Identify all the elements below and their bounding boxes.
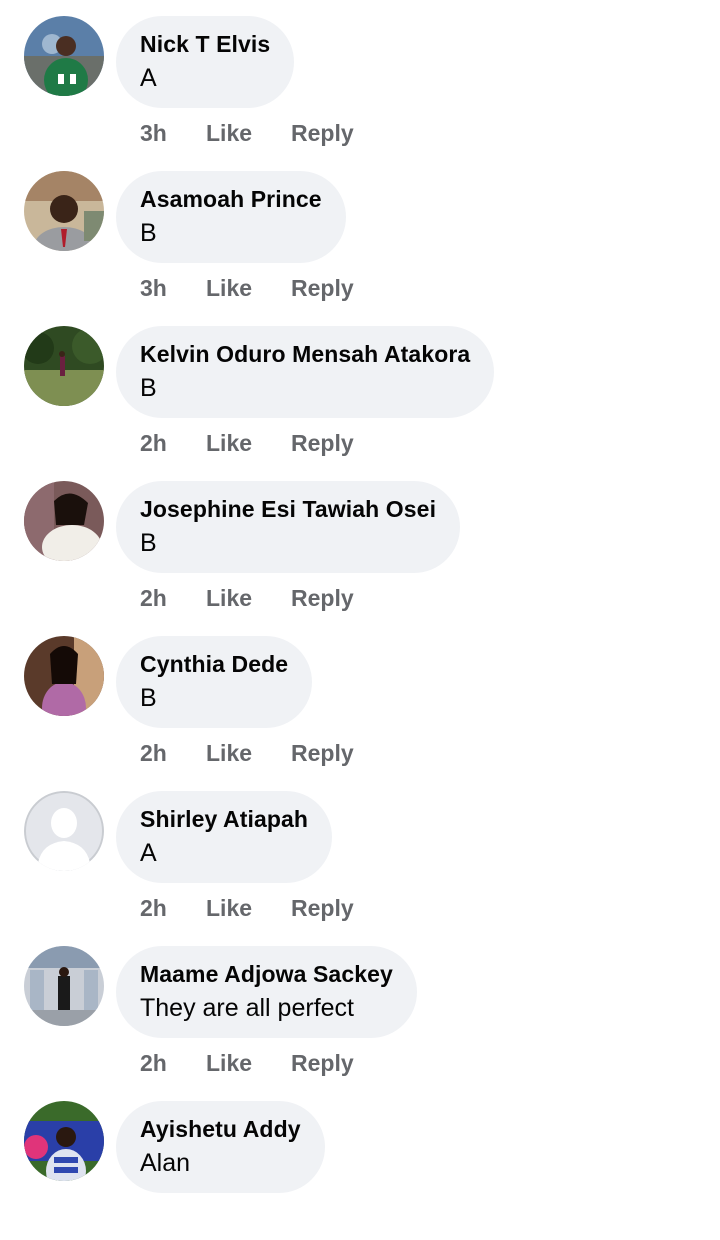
reply-button[interactable]: Reply <box>291 893 354 923</box>
comment-item: Asamoah Prince B 3h Like Reply <box>0 155 720 310</box>
avatar[interactable] <box>24 1101 104 1181</box>
comment-timestamp[interactable]: 2h <box>140 428 167 458</box>
comment-bubble: Maame Adjowa Sackey They are all perfect <box>116 946 417 1038</box>
reply-button[interactable]: Reply <box>291 1048 354 1078</box>
comment-text: A <box>140 839 157 867</box>
comment-timestamp[interactable]: 2h <box>140 1048 167 1078</box>
comment-timestamp[interactable]: 2h <box>140 738 167 768</box>
commenter-name[interactable]: Ayishetu Addy <box>140 1115 301 1143</box>
comment-text: B <box>140 219 157 247</box>
comment-bubble: Shirley Atiapah A <box>116 791 333 883</box>
comment-timestamp[interactable]: 2h <box>140 583 167 613</box>
comment-bubble: Nick T Elvis A <box>116 16 295 108</box>
reply-button[interactable]: Reply <box>291 738 354 768</box>
comment-bubble: Asamoah Prince B <box>116 171 346 263</box>
avatar[interactable] <box>24 481 104 561</box>
avatar[interactable] <box>24 946 104 1026</box>
comment-bubble: Josephine Esi Tawiah Osei B <box>116 481 461 573</box>
comment-text: A <box>140 64 157 92</box>
commenter-name[interactable]: Maame Adjowa Sackey <box>140 960 393 988</box>
like-button[interactable]: Like <box>206 118 252 148</box>
comment-text: B <box>140 374 157 402</box>
like-button[interactable]: Like <box>206 273 252 303</box>
like-button[interactable]: Like <box>206 893 252 923</box>
like-button[interactable]: Like <box>206 738 252 768</box>
avatar[interactable] <box>24 791 104 871</box>
avatar[interactable] <box>24 171 104 251</box>
commenter-name[interactable]: Kelvin Oduro Mensah Atakora <box>140 340 470 368</box>
reply-button[interactable]: Reply <box>291 583 354 613</box>
reply-button[interactable]: Reply <box>291 428 354 458</box>
like-button[interactable]: Like <box>206 1048 252 1078</box>
like-button[interactable]: Like <box>206 428 252 458</box>
comment-timestamp[interactable]: 3h <box>140 273 167 303</box>
comment-bubble: Kelvin Oduro Mensah Atakora B <box>116 326 495 418</box>
avatar[interactable] <box>24 326 104 406</box>
comment-bubble: Ayishetu Addy Alan <box>116 1101 325 1193</box>
like-button[interactable]: Like <box>206 583 252 613</box>
reply-button[interactable]: Reply <box>291 118 354 148</box>
reply-button[interactable]: Reply <box>291 273 354 303</box>
comment-timestamp[interactable]: 3h <box>140 118 167 148</box>
commenter-name[interactable]: Shirley Atiapah <box>140 805 308 833</box>
comment-item: Maame Adjowa Sackey They are all perfect… <box>0 930 720 1085</box>
commenter-name[interactable]: Josephine Esi Tawiah Osei <box>140 495 436 523</box>
comment-item: Ayishetu Addy Alan <box>0 1085 720 1240</box>
comment-item: Kelvin Oduro Mensah Atakora B 2h Like Re… <box>0 310 720 465</box>
avatar[interactable] <box>24 16 104 96</box>
commenter-name[interactable]: Nick T Elvis <box>140 30 270 58</box>
commenter-name[interactable]: Cynthia Dede <box>140 650 288 678</box>
commenter-name[interactable]: Asamoah Prince <box>140 185 322 213</box>
comment-bubble: Cynthia Dede B <box>116 636 313 728</box>
person-silhouette-icon <box>24 791 104 871</box>
comment-item: Nick T Elvis A 3h Like Reply <box>0 0 720 155</box>
comment-text: B <box>140 684 157 712</box>
comment-item: Shirley Atiapah A 2h Like Reply <box>0 775 720 930</box>
comment-item: Josephine Esi Tawiah Osei B 2h Like Repl… <box>0 465 720 620</box>
comment-timestamp[interactable]: 2h <box>140 893 167 923</box>
avatar[interactable] <box>24 636 104 716</box>
comment-item: Cynthia Dede B 2h Like Reply <box>0 620 720 775</box>
comment-text: They are all perfect <box>140 994 354 1022</box>
comment-text: B <box>140 529 157 557</box>
comment-text: Alan <box>140 1149 191 1177</box>
